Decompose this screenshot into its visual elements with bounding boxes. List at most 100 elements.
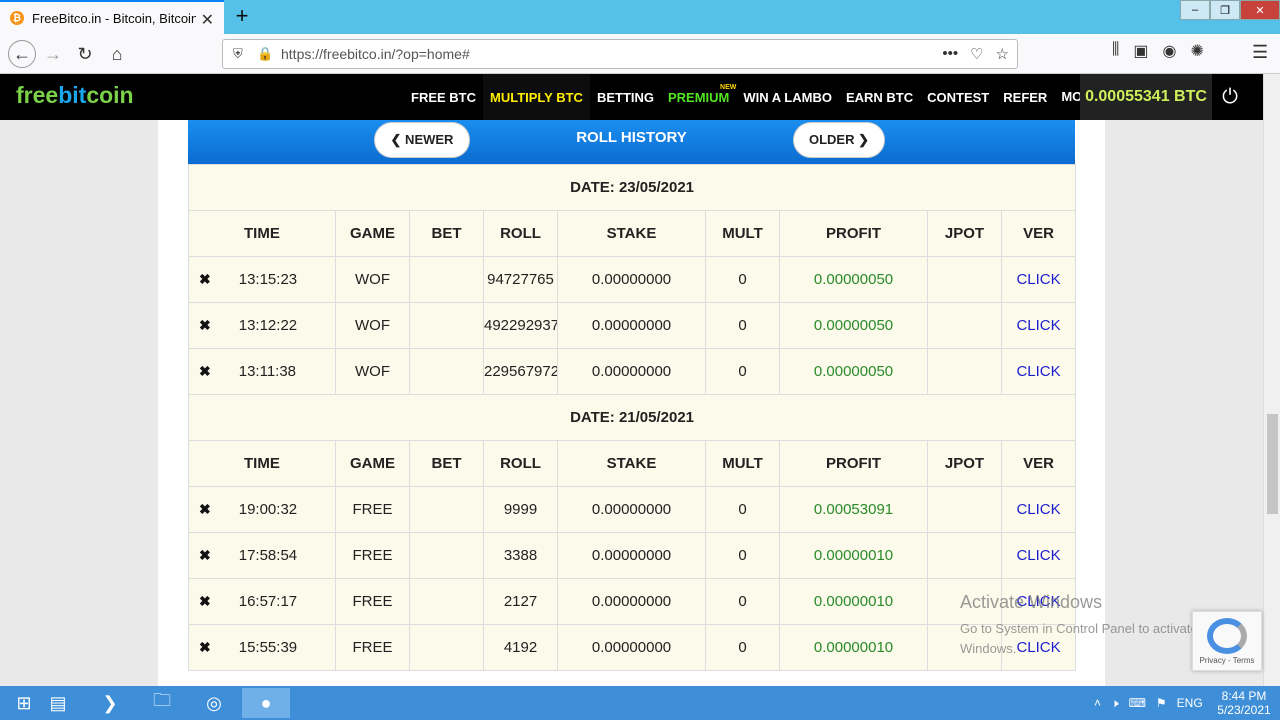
browser-tab[interactable]: ₿ FreeBitco.in - Bitcoin, Bitcoin Pr ✕ <box>0 0 224 34</box>
url-text[interactable]: https://freebitco.in/?op=home# <box>281 46 470 62</box>
cell-time: ✖ 17:58:54 <box>188 532 336 579</box>
roll-time: 13:12:22 <box>238 317 298 334</box>
older-button[interactable]: OLDER ❯ <box>793 122 885 158</box>
expand-icon[interactable]: ✖ <box>199 317 211 333</box>
close-tab-icon[interactable]: ✕ <box>201 10 214 30</box>
cell-mult: 0 <box>705 348 780 395</box>
sidebar-icon[interactable]: ▣ <box>1133 41 1148 61</box>
flag-icon[interactable]: ⚑ <box>1156 696 1167 710</box>
recaptcha-text[interactable]: Privacy - Terms <box>1193 656 1261 665</box>
activate-windows-watermark: Activate Windows Go to System in Control… <box>960 592 1220 659</box>
cell-mult: 0 <box>705 256 780 303</box>
address-bar[interactable]: ⛨ 🔒 https://freebitco.in/?op=home# ••• ♡… <box>222 39 1018 69</box>
new-tab-button[interactable]: + <box>230 3 254 28</box>
column-header-ver: VER <box>1000 440 1077 487</box>
menu-betting[interactable]: BETTING <box>590 74 661 120</box>
firefox-icon[interactable]: ● <box>242 688 290 718</box>
browser-tab-bar: ₿ FreeBitco.in - Bitcoin, Bitcoin Pr ✕ +… <box>0 0 1280 34</box>
menu-multiply-btc[interactable]: MULTIPLY BTC <box>483 74 590 120</box>
cell-profit: 0.00053091 <box>779 486 928 533</box>
cell-mult: 0 <box>705 486 780 533</box>
cell-ver[interactable]: CLICK <box>1000 348 1077 395</box>
roll-history-title: ROLL HISTORY <box>576 129 687 146</box>
logo-free: free <box>16 82 59 108</box>
expand-icon[interactable]: ✖ <box>199 547 211 563</box>
cell-ver[interactable]: CLICK <box>1000 256 1077 303</box>
cell-ver[interactable]: CLICK <box>1000 532 1077 579</box>
roll-time: 15:55:39 <box>238 639 298 656</box>
lock-icon[interactable]: 🔒 <box>257 46 275 62</box>
column-header-stake: STAKE <box>557 440 706 487</box>
cell-time: ✖ 13:11:38 <box>188 348 336 395</box>
system-tray: ˄ 🕨 ⌨ ⚑ ENG <box>1094 686 1203 720</box>
hamburger-menu-icon[interactable]: ☰ <box>1252 42 1268 63</box>
cell-game: WOF <box>335 302 410 349</box>
expand-icon[interactable]: ✖ <box>199 501 211 517</box>
menu-contest[interactable]: CONTEST <box>920 74 996 120</box>
roll-time: 16:57:17 <box>238 593 298 610</box>
expand-icon[interactable]: ✖ <box>199 593 211 609</box>
menu-premium[interactable]: PREMIUM NEW <box>661 74 736 120</box>
clock[interactable]: 8:44 PM 5/23/2021 <box>1212 689 1276 717</box>
extension-icon[interactable]: ✺ <box>1190 41 1203 61</box>
server-manager-icon[interactable]: ▤ <box>34 688 82 718</box>
back-arrow-icon[interactable]: ← <box>8 40 36 68</box>
page-scrollbar[interactable] <box>1263 74 1280 686</box>
expand-icon[interactable]: ✖ <box>199 363 211 379</box>
language-indicator[interactable]: ENG <box>1177 696 1203 710</box>
table-row: ✖ 15:55:39 FREE 4192 0.00000000 0 0.00000010 CL… <box>188 624 1077 671</box>
date-row: DATE: 23/05/2021 <box>187 164 1077 211</box>
site-logo[interactable]: freebitcoin <box>16 82 134 109</box>
cell-ver[interactable]: CLICK <box>1000 302 1077 349</box>
home-icon[interactable]: ⌂ <box>104 41 130 67</box>
pocket-icon[interactable]: ♡ <box>970 45 983 63</box>
network-icon[interactable]: ⌨ <box>1129 696 1146 710</box>
cell-stake: 0.00000000 <box>557 302 706 349</box>
page-actions-icon[interactable]: ••• <box>942 45 958 63</box>
forward-arrow-icon[interactable]: → <box>40 41 66 67</box>
cell-stake: 0.00000000 <box>557 348 706 395</box>
activate-title: Activate Windows <box>960 592 1103 612</box>
chrome-icon[interactable]: ◎ <box>190 688 238 718</box>
tray-chevron-icon[interactable]: ˄ <box>1094 696 1101 710</box>
cell-bet <box>409 348 484 395</box>
cell-roll: 3388 <box>483 532 558 579</box>
column-header-game: GAME <box>335 210 410 257</box>
account-icon[interactable]: ◉ <box>1163 41 1177 61</box>
bookmark-star-icon[interactable]: ☆ <box>996 45 1009 63</box>
volume-icon[interactable]: 🕨 <box>1111 696 1119 711</box>
cell-bet <box>409 256 484 303</box>
menu-refer[interactable]: REFER <box>996 74 1054 120</box>
scrollbar-thumb[interactable] <box>1267 414 1278 514</box>
file-explorer-icon[interactable]: 🗀 <box>138 688 186 718</box>
expand-icon[interactable]: ✖ <box>199 639 211 655</box>
library-icon[interactable]: ⫼ <box>1112 41 1119 61</box>
expand-icon[interactable]: ✖ <box>199 271 211 287</box>
activate-subtitle: Go to System in Control Panel to activat… <box>960 621 1198 656</box>
cell-profit: 0.00000050 <box>779 302 928 349</box>
powershell-icon[interactable]: ❯ <box>86 688 134 718</box>
maximize-window-button[interactable]: ❐ <box>1210 0 1240 20</box>
menu-win-a-lambo[interactable]: WIN A LAMBO <box>736 74 839 120</box>
cell-jpot <box>927 256 1002 303</box>
column-header-roll: ROLL <box>483 440 558 487</box>
cell-mult: 0 <box>705 532 780 579</box>
cell-roll: 94727765 <box>483 256 558 303</box>
menu-earn-btc[interactable]: EARN BTC <box>839 74 920 120</box>
menu-free-btc[interactable]: FREE BTC <box>404 74 483 120</box>
cell-mult: 0 <box>705 578 780 625</box>
roll-history: ❮ NEWER ROLL HISTORY OLDER ❯ DATE: 23/05… <box>187 120 1077 671</box>
shield-icon[interactable]: ⛨ <box>233 46 251 62</box>
recaptcha-badge[interactable]: Privacy - Terms <box>1192 611 1262 671</box>
btc-balance: 0.00055341 BTC <box>1080 74 1212 120</box>
cell-time: ✖ 15:55:39 <box>188 624 336 671</box>
reload-icon[interactable]: ↻ <box>72 41 98 67</box>
cell-game: FREE <box>335 624 410 671</box>
power-icon[interactable]: ⏻ <box>1214 74 1246 120</box>
cell-profit: 0.00000010 <box>779 532 928 579</box>
cell-ver[interactable]: CLICK <box>1000 486 1077 533</box>
cell-game: FREE <box>335 578 410 625</box>
cell-bet <box>409 624 484 671</box>
minimize-window-button[interactable]: – <box>1180 0 1210 20</box>
close-window-button[interactable]: ✕ <box>1240 0 1280 20</box>
